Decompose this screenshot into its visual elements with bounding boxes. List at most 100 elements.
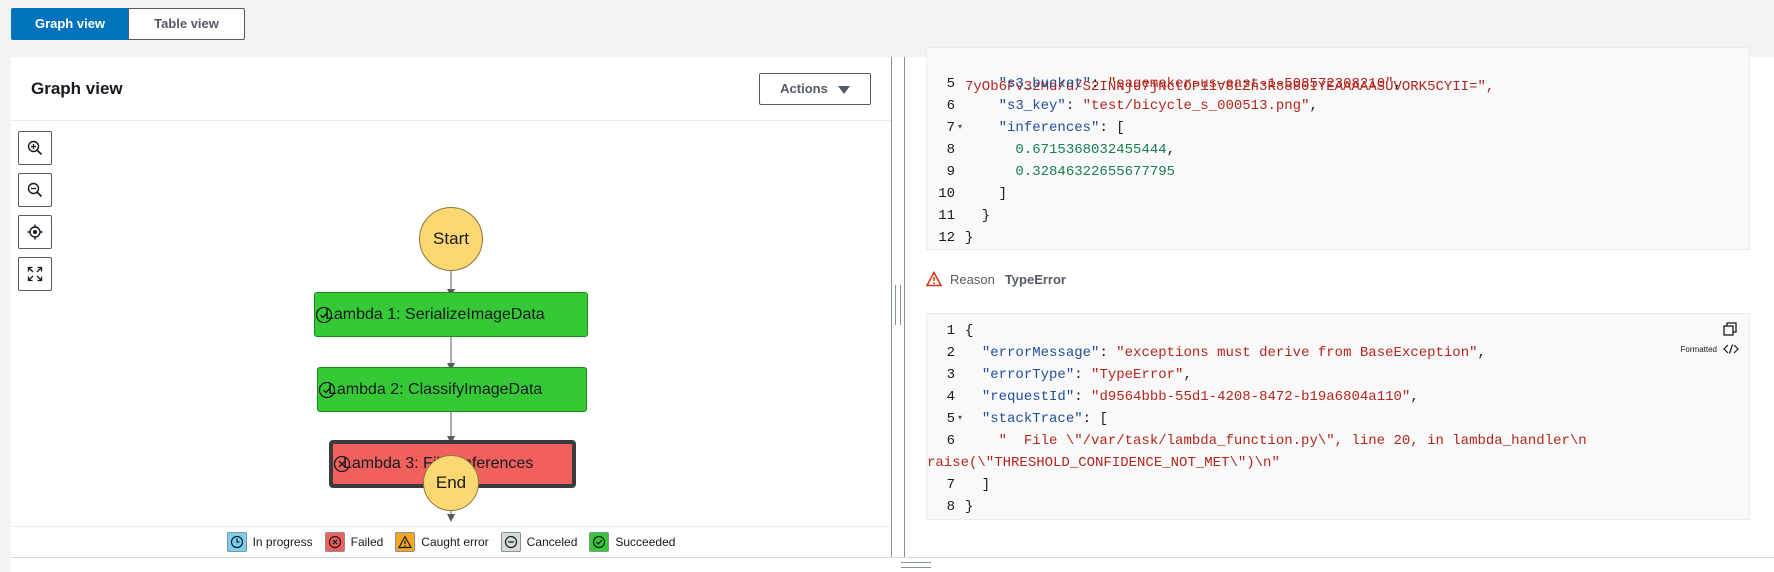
caret-down-icon [837,85,850,94]
code-line: 5 "s3_bucket": "sagemaker-us-east-1-5085… [927,73,1749,95]
splitter-grip-icon[interactable] [895,285,901,325]
details-panel: 7yOb6Fv3zMd/d/S2INNje7jNctOP11V8LZn3R888… [905,47,1774,557]
line-number: 6 [946,433,955,449]
error-reason: Reason TypeError [926,268,1066,290]
line-number: 12 [938,230,955,246]
line-number: 3 [946,367,955,383]
line-number: 7 [946,477,955,493]
code-text: ] [965,477,991,493]
table-view-button[interactable]: Table view [128,8,245,40]
code-line: 3 "errorType": "TypeError", [927,364,1749,386]
code-line: 12} [927,227,1749,249]
clock-icon [226,532,247,552]
lambda2-label: Lambda 2: ClassifyImageData [328,380,543,398]
line-number: 6 [946,98,955,114]
fold-arrow-icon[interactable]: ▾ [958,117,962,139]
graph-title: Graph view [31,79,123,98]
line-number: 8 [946,499,955,515]
code-text: "s3_key": "test/bicycle_s_000513.png", [998,98,1318,114]
code-text: 0.6715368032455444, [1015,142,1176,158]
failed-x-icon [333,455,351,473]
legend-label: Failed [350,535,384,549]
end-node[interactable]: End [423,455,479,511]
legend-label: Succeeded [615,535,676,549]
graph-panel: Graph view Actions Start Lambda 1: Seria… [11,57,891,557]
legend-label: Caught error [421,535,489,549]
zoom-in-button[interactable] [18,131,52,165]
lambda2-node[interactable]: Lambda 2: ClassifyImageData [317,367,587,412]
code-line: 11 } [927,205,1749,227]
code-text: "errorType": "TypeError", [981,367,1192,383]
legend-label: Canceled [526,535,578,549]
fold-arrow-icon[interactable]: ▾ [958,408,962,430]
line-number: 4 [946,389,955,405]
input-code-block[interactable]: 7yOb6Fv3zMd/d/S2INNje7jNctOP11V8LZn3R888… [926,47,1750,250]
success-check-icon [315,306,333,323]
code-text: "stackTrace": [ [981,411,1108,427]
code-text: "inferences": [ [998,120,1125,136]
line-number: 10 [938,186,955,202]
code-text: 0.32846322655677795 [1015,164,1176,180]
canceled-icon [500,532,521,552]
error-warning-icon [926,271,942,287]
code-line: 5 ▾ "stackTrace": [ [927,408,1749,430]
line-number: 5 [946,76,955,92]
line-number: 7 [946,120,955,136]
legend-label: In progress [252,535,313,549]
code-text: "requestId": "d9564bbb-55d1-4208-8472-b1… [981,389,1419,405]
line-number: 5 [946,411,955,427]
line-number: 11 [938,208,955,224]
legend-succeeded: Succeeded [589,532,675,552]
code-line: 6 "s3_key": "test/bicycle_s_000513.png", [927,95,1749,117]
code-text: ] [965,186,1008,202]
fit-button[interactable] [18,257,52,291]
bottom-resize-bar[interactable] [11,557,1774,572]
code-line: 9 0.32846322655677795 [927,161,1749,183]
line-number: 2 [946,345,955,361]
actions-label: Actions [780,81,828,96]
legend-caught-error: Caught error [395,532,489,552]
code-text: { [965,323,974,339]
view-toggle: Graph view Table view [11,8,245,40]
expand-icon [27,266,43,282]
code-text: " File \"/var/task/lambda_function.py\",… [998,433,1587,449]
horizontal-grip-icon[interactable] [901,562,931,568]
panel-splitter[interactable] [891,57,905,557]
graph-header: Graph view Actions [11,57,891,121]
center-icon [27,224,43,240]
code-text: } [965,230,974,246]
start-node[interactable]: Start [419,207,483,271]
zoom-out-icon [27,182,43,198]
graph-view-button[interactable]: Graph view [11,8,129,40]
legend-canceled: Canceled [500,532,578,552]
success-check-icon [318,381,336,398]
zoom-out-button[interactable] [18,173,52,207]
code-line: 7 ] [927,474,1749,496]
reason-value: TypeError [1004,271,1066,287]
code-line: 6 " File \"/var/task/lambda_function.py\… [927,430,1749,452]
code-line: 7 ▾ "inferences": [ [927,117,1749,139]
code-line: 4 "requestId": "d9564bbb-55d1-4208-8472-… [927,386,1749,408]
success-check-icon [589,532,610,552]
legend-in-progress: In progress [226,532,313,552]
zoom-controls [18,131,52,299]
code-text: } [965,499,974,515]
code-text: raise(\"THRESHOLD_CONFIDENCE_NOT_MET\")\… [927,455,1280,471]
code-text: } [965,208,991,224]
code-text: "errorMessage": "exceptions must derive … [981,345,1486,361]
lambda1-node[interactable]: Lambda 1: SerializeImageData [314,292,588,337]
warning-icon [395,532,416,552]
code-text: "s3_bucket": "sagemaker-us-east-1-508572… [998,76,1402,92]
line-number: 9 [946,164,955,180]
line-number: 1 [946,323,955,339]
zoom-in-icon [27,140,43,156]
actions-button[interactable]: Actions [759,73,871,105]
error-code-block[interactable]: Formatted 1{2 "errorMessage": "exception… [926,313,1750,520]
legend-failed: Failed [324,532,384,552]
center-button[interactable] [18,215,52,249]
line-number: 8 [946,142,955,158]
code-line: 2 "errorMessage": "exceptions must deriv… [927,342,1749,364]
code-line: 8} [927,496,1749,518]
code-line: 10 ] [927,183,1749,205]
end-label: End [435,473,467,492]
